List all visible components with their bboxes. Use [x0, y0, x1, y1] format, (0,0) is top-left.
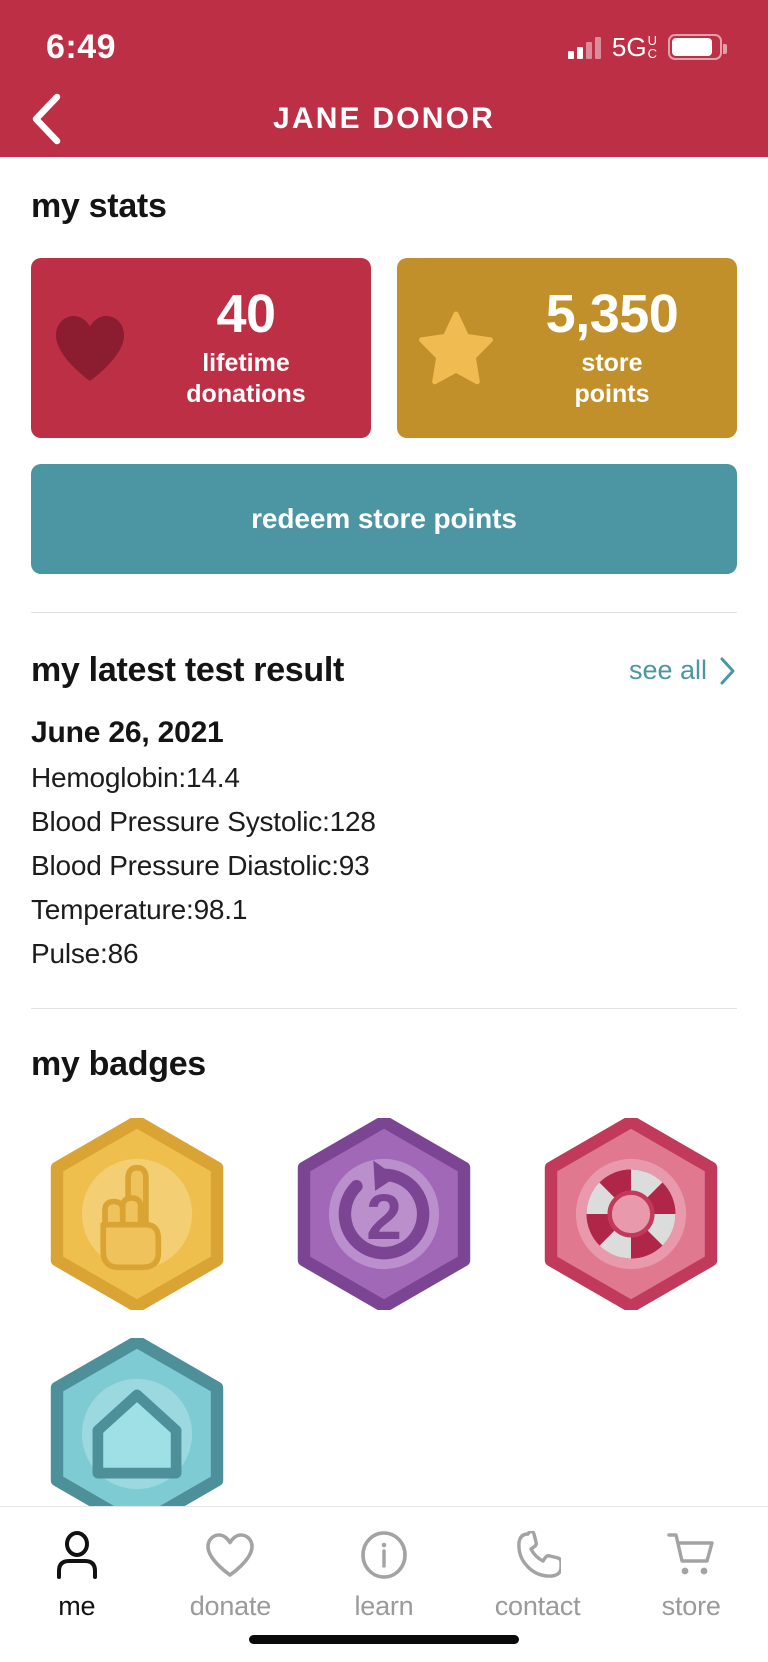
badge-second-donation[interactable]: 2: [278, 1118, 491, 1310]
status-time: 6:49: [46, 27, 117, 66]
pointing-finger-icon: [51, 1118, 224, 1310]
person-icon: [54, 1529, 100, 1581]
measurement-bp-systolic: Blood Pressure Systolic:128: [31, 806, 376, 837]
measurement-temperature: Temperature:98.1: [31, 894, 248, 925]
lifetime-donations-label: lifetime donations: [186, 349, 306, 408]
status-bar: 6:49 5G U C: [0, 0, 768, 80]
measurement-hemoglobin: Hemoglobin:14.4: [31, 762, 240, 793]
star-icon: [411, 311, 501, 385]
app-screen: 6:49 5G U C JANE DONOR my stats 40 lifet…: [0, 0, 768, 1662]
signal-bars-icon: [567, 35, 601, 59]
status-indicators: 5G U C: [567, 32, 727, 63]
test-result-date: June 26, 2021: [31, 716, 224, 749]
network-subscript: U C: [647, 32, 657, 61]
stats-section: my stats 40 lifetime donations 5,350 sto…: [0, 157, 768, 574]
see-all-link[interactable]: see all: [629, 655, 737, 686]
tab-me[interactable]: me: [0, 1529, 154, 1622]
measurement-bp-diastolic: Blood Pressure Diastolic:93: [31, 850, 370, 881]
nav-header: JANE DONOR: [0, 80, 768, 157]
star-icon-shape: [419, 311, 493, 385]
store-points-text: 5,350 store points: [501, 283, 723, 409]
shopping-cart-icon: [666, 1529, 716, 1581]
back-chevron-icon: [32, 93, 61, 144]
heart-icon-shape: [56, 316, 124, 381]
redeem-store-points-button[interactable]: redeem store points: [31, 464, 737, 574]
back-button[interactable]: [16, 89, 76, 149]
badge-first-donation[interactable]: [31, 1118, 244, 1310]
tab-store-label: store: [661, 1591, 721, 1621]
top-bar: 6:49 5G U C JANE DONOR: [0, 0, 768, 157]
badge-home[interactable]: [31, 1338, 244, 1506]
lifetime-donations-text: 40 lifetime donations: [135, 283, 357, 409]
badges-section: my badges 2: [0, 1009, 768, 1506]
heart-icon: [45, 313, 135, 383]
tab-learn-label: learn: [354, 1591, 414, 1621]
page-title: JANE DONOR: [272, 101, 496, 135]
store-points-label: store points: [574, 349, 650, 408]
life-preserver-icon: [544, 1118, 717, 1310]
repeat-two-icon: 2: [297, 1118, 471, 1310]
tab-learn[interactable]: learn: [307, 1529, 461, 1622]
tab-me-label: me: [58, 1591, 96, 1621]
phone-icon: [515, 1529, 561, 1581]
badge-2-number: 2: [366, 1181, 402, 1253]
tab-contact-label: contact: [494, 1591, 581, 1621]
test-result-section: my latest test result see all June 26, 2…: [0, 613, 768, 970]
tab-contact[interactable]: contact: [461, 1529, 615, 1622]
lifetime-donations-card[interactable]: 40 lifetime donations: [31, 258, 371, 438]
test-result-header: my latest test result see all: [31, 613, 737, 690]
badges-grid: 2: [31, 1118, 737, 1506]
test-measurements-list: Hemoglobin:14.4 Blood Pressure Systolic:…: [31, 762, 737, 970]
tab-donate[interactable]: donate: [154, 1529, 308, 1622]
stat-cards-row: 40 lifetime donations 5,350 store points: [31, 258, 737, 438]
house-icon: [51, 1338, 224, 1506]
network-type-text: 5G: [611, 31, 647, 62]
badges-section-title: my badges: [31, 1045, 206, 1083]
chevron-right-icon: [720, 657, 735, 684]
store-points-value: 5,350: [545, 283, 679, 344]
info-circle-icon: [360, 1529, 408, 1581]
heart-outline-icon: [205, 1529, 255, 1581]
store-points-card[interactable]: 5,350 store points: [397, 258, 737, 438]
badge-lifesaver[interactable]: [524, 1118, 737, 1310]
stats-section-title: my stats: [31, 187, 167, 225]
home-indicator: [249, 1635, 519, 1644]
lifetime-donations-value: 40: [216, 283, 276, 344]
battery-icon: [668, 34, 727, 60]
see-all-label: see all: [628, 655, 707, 685]
network-type-label: 5G U C: [612, 32, 657, 63]
tab-store[interactable]: store: [614, 1529, 768, 1622]
measurement-pulse: Pulse:86: [31, 938, 139, 969]
scroll-content[interactable]: my stats 40 lifetime donations 5,350 sto…: [0, 157, 768, 1506]
test-result-section-title: my latest test result: [31, 651, 345, 689]
tab-donate-label: donate: [189, 1591, 272, 1621]
